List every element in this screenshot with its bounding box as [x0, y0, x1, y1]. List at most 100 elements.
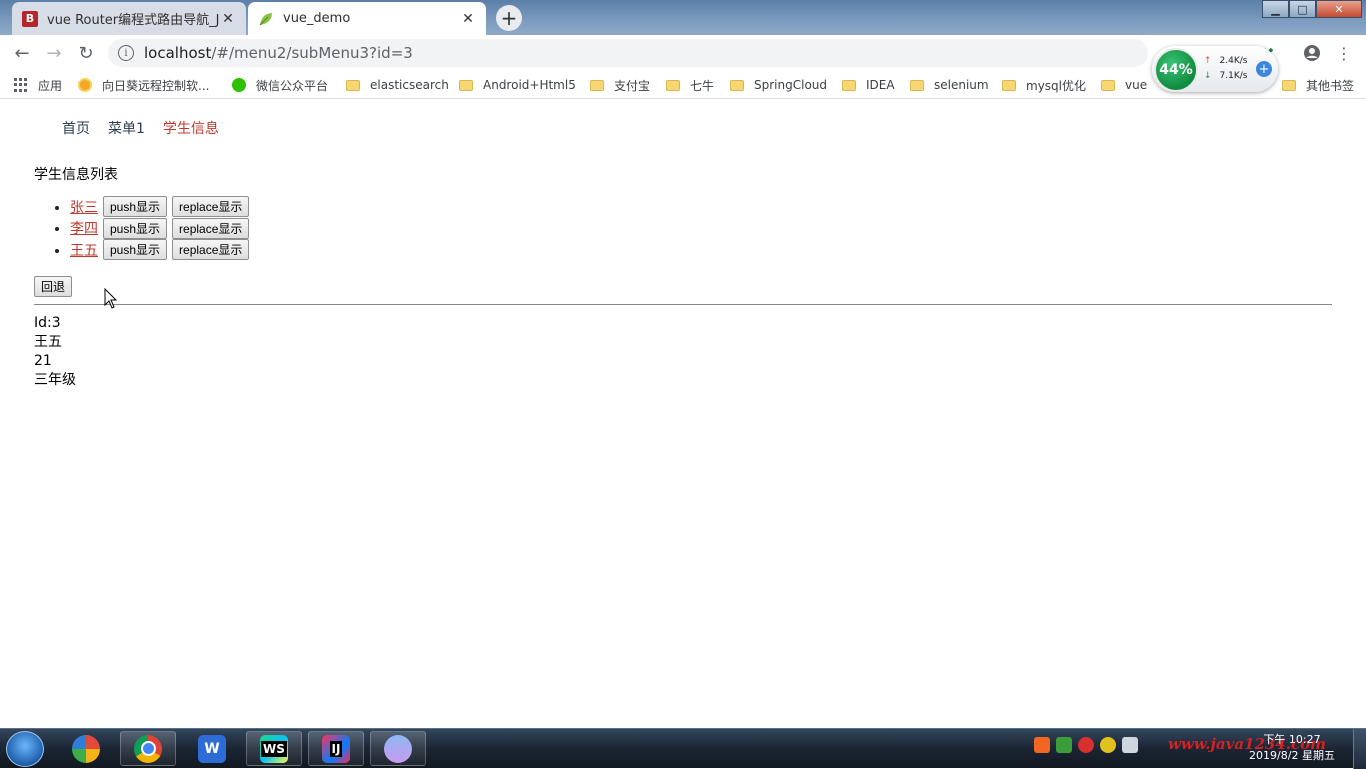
back-button[interactable]: 回退	[34, 276, 73, 297]
student-list: 张三 push显示 replace显示 李四 push显示 replace显示 …	[34, 196, 250, 261]
taskbar-app-webstorm[interactable]: WS	[246, 731, 302, 766]
url-host: localhost	[144, 44, 212, 62]
plus-icon[interactable]	[1100, 737, 1116, 753]
bookmark-mysql[interactable]: mysql优化	[1002, 76, 1086, 94]
folder-icon	[910, 79, 924, 91]
site-favicon: B	[22, 10, 38, 27]
taskbar-app-wps[interactable]: W	[184, 731, 240, 766]
url-path: /#/menu2/subMenu3?id=3	[211, 44, 413, 62]
forward-arrow-icon[interactable]: →	[42, 41, 66, 65]
bookmark-selenium[interactable]: selenium	[910, 76, 989, 94]
upload-arrow-icon: ↑	[1204, 56, 1212, 66]
student-list-title: 学生信息列表	[34, 167, 118, 183]
bookmark-label: 应用	[38, 78, 63, 93]
bookmark-label: selenium	[934, 78, 989, 92]
tab-close-icon[interactable]: ✕	[220, 11, 236, 27]
network-rates: ↑ 2.4K/s ↓ 7.1K/s	[1204, 54, 1247, 84]
tab-vue-demo[interactable]: vue_demo ✕	[248, 2, 486, 35]
info-icon[interactable]: i	[118, 45, 134, 61]
network-speed-widget[interactable]: 44% ↑ 2.4K/s ↓ 7.1K/s +	[1152, 46, 1278, 92]
push-show-button[interactable]: push显示	[103, 239, 168, 260]
folder-icon	[459, 79, 473, 91]
student-detail: Id:3 王五 21 三年级	[34, 314, 76, 390]
folder-icon	[730, 79, 744, 91]
browser-tabstrip: B vue Router编程式路由导航_Java ✕ vue_demo ✕ + …	[0, 0, 1366, 35]
tab-vue-router-article[interactable]: B vue Router编程式路由导航_Java ✕	[12, 2, 246, 35]
bookmark-elasticsearch[interactable]: elasticsearch	[346, 76, 449, 94]
bookmark-android-html5[interactable]: Android+Html5	[459, 76, 576, 94]
push-show-button[interactable]: push显示	[103, 217, 168, 239]
show-desktop-button[interactable]	[1353, 729, 1366, 769]
antivirus-icon[interactable]	[1078, 737, 1094, 753]
bookmark-label: elasticsearch	[370, 78, 449, 92]
network-icon[interactable]	[1122, 737, 1138, 753]
sunflower-icon	[78, 78, 92, 92]
taskbar-app-intellij[interactable]: IJ	[308, 731, 364, 766]
window-controls: ▁ □ ✕	[1262, 0, 1362, 18]
bookmark-springcloud[interactable]: SpringCloud	[730, 76, 827, 94]
replace-show-button[interactable]: replace显示	[172, 196, 250, 217]
plus-icon[interactable]: +	[1256, 61, 1272, 77]
wechat-icon	[232, 78, 246, 92]
intellij-icon: IJ	[322, 734, 350, 763]
bookmark-alipay[interactable]: 支付宝	[590, 76, 650, 94]
pinwheel-icon	[72, 734, 100, 763]
bookmark-label: SpringCloud	[754, 78, 828, 92]
replace-show-button[interactable]: replace显示	[172, 239, 250, 260]
maximize-button[interactable]: □	[1289, 0, 1316, 18]
back-arrow-icon[interactable]: ←	[10, 41, 34, 65]
bookmark-vue[interactable]: vue	[1101, 76, 1147, 94]
wps-icon: W	[198, 734, 226, 763]
tab-title: vue Router编程式路由导航_Java	[47, 13, 220, 28]
detail-grade: 三年级	[34, 372, 76, 388]
reload-icon[interactable]: ↻	[74, 41, 98, 65]
list-item: 王五 push显示 replace显示	[70, 239, 250, 261]
sogou-input-icon[interactable]	[1034, 737, 1050, 753]
bookmark-sunflower[interactable]: 向日葵远程控制软...	[78, 76, 209, 94]
divider	[34, 304, 1332, 305]
folder-icon	[1282, 79, 1296, 91]
detail-age: 21	[34, 353, 52, 369]
bookmark-label: IDEA	[866, 78, 895, 92]
bookmark-label: mysql优化	[1026, 78, 1086, 93]
bookmark-label: 七牛	[690, 78, 715, 93]
student-link[interactable]: 王五	[70, 240, 98, 260]
menu-kebab-icon[interactable]: ⋮	[1334, 43, 1354, 63]
tab-close-icon[interactable]: ✕	[460, 11, 476, 27]
minimize-button[interactable]: ▁	[1262, 0, 1289, 18]
student-link[interactable]: 张三	[70, 197, 98, 217]
top-nav: 首页 菜单1 学生信息	[62, 118, 219, 138]
apps-grid-icon	[14, 78, 28, 92]
clock-date: 2019/8/2 星期五	[1249, 749, 1335, 762]
taskbar-app-chrome[interactable]	[120, 731, 176, 766]
folder-icon	[842, 79, 856, 91]
start-button[interactable]	[6, 731, 44, 767]
shield-icon[interactable]	[1056, 737, 1072, 753]
system-tray	[1034, 737, 1138, 753]
clock-time: 下午 10:27	[1263, 733, 1321, 746]
nav-link-menu1[interactable]: 菜单1	[108, 118, 145, 138]
push-show-button[interactable]: push显示	[103, 196, 168, 217]
folder-icon	[666, 79, 680, 91]
nav-link-students[interactable]: 学生信息	[163, 118, 219, 138]
bookmark-wechat[interactable]: 微信公众平台	[232, 76, 328, 94]
replace-show-button[interactable]: replace显示	[172, 217, 250, 239]
student-link[interactable]: 李四	[70, 218, 98, 238]
bookmark-other[interactable]: 其他书签	[1282, 76, 1354, 94]
page-content: 首页 菜单1 学生信息 学生信息列表 张三 push显示 replace显示 李…	[0, 100, 1366, 728]
new-tab-button[interactable]: +	[496, 5, 522, 31]
bookmark-label: 向日葵远程控制软...	[102, 78, 210, 93]
bookmark-idea[interactable]: IDEA	[842, 76, 895, 94]
bookmark-apps[interactable]: 应用	[14, 76, 62, 94]
bookmark-qiniu[interactable]: 七牛	[666, 76, 714, 94]
nav-link-home[interactable]: 首页	[62, 118, 90, 138]
system-clock[interactable]: 下午 10:27 2019/8/2 星期五	[1240, 732, 1344, 764]
profile-icon[interactable]	[1302, 43, 1322, 63]
address-bar[interactable]: i localhost/#/menu2/subMenu3?id=3	[108, 39, 1148, 67]
taskbar-app-photos[interactable]	[370, 731, 426, 766]
leaf-icon	[258, 11, 274, 27]
close-window-button[interactable]: ✕	[1316, 0, 1362, 18]
taskbar-app-360[interactable]	[58, 731, 114, 766]
url-text: localhost/#/menu2/subMenu3?id=3	[144, 44, 413, 62]
bookmark-label: 微信公众平台	[256, 78, 329, 93]
